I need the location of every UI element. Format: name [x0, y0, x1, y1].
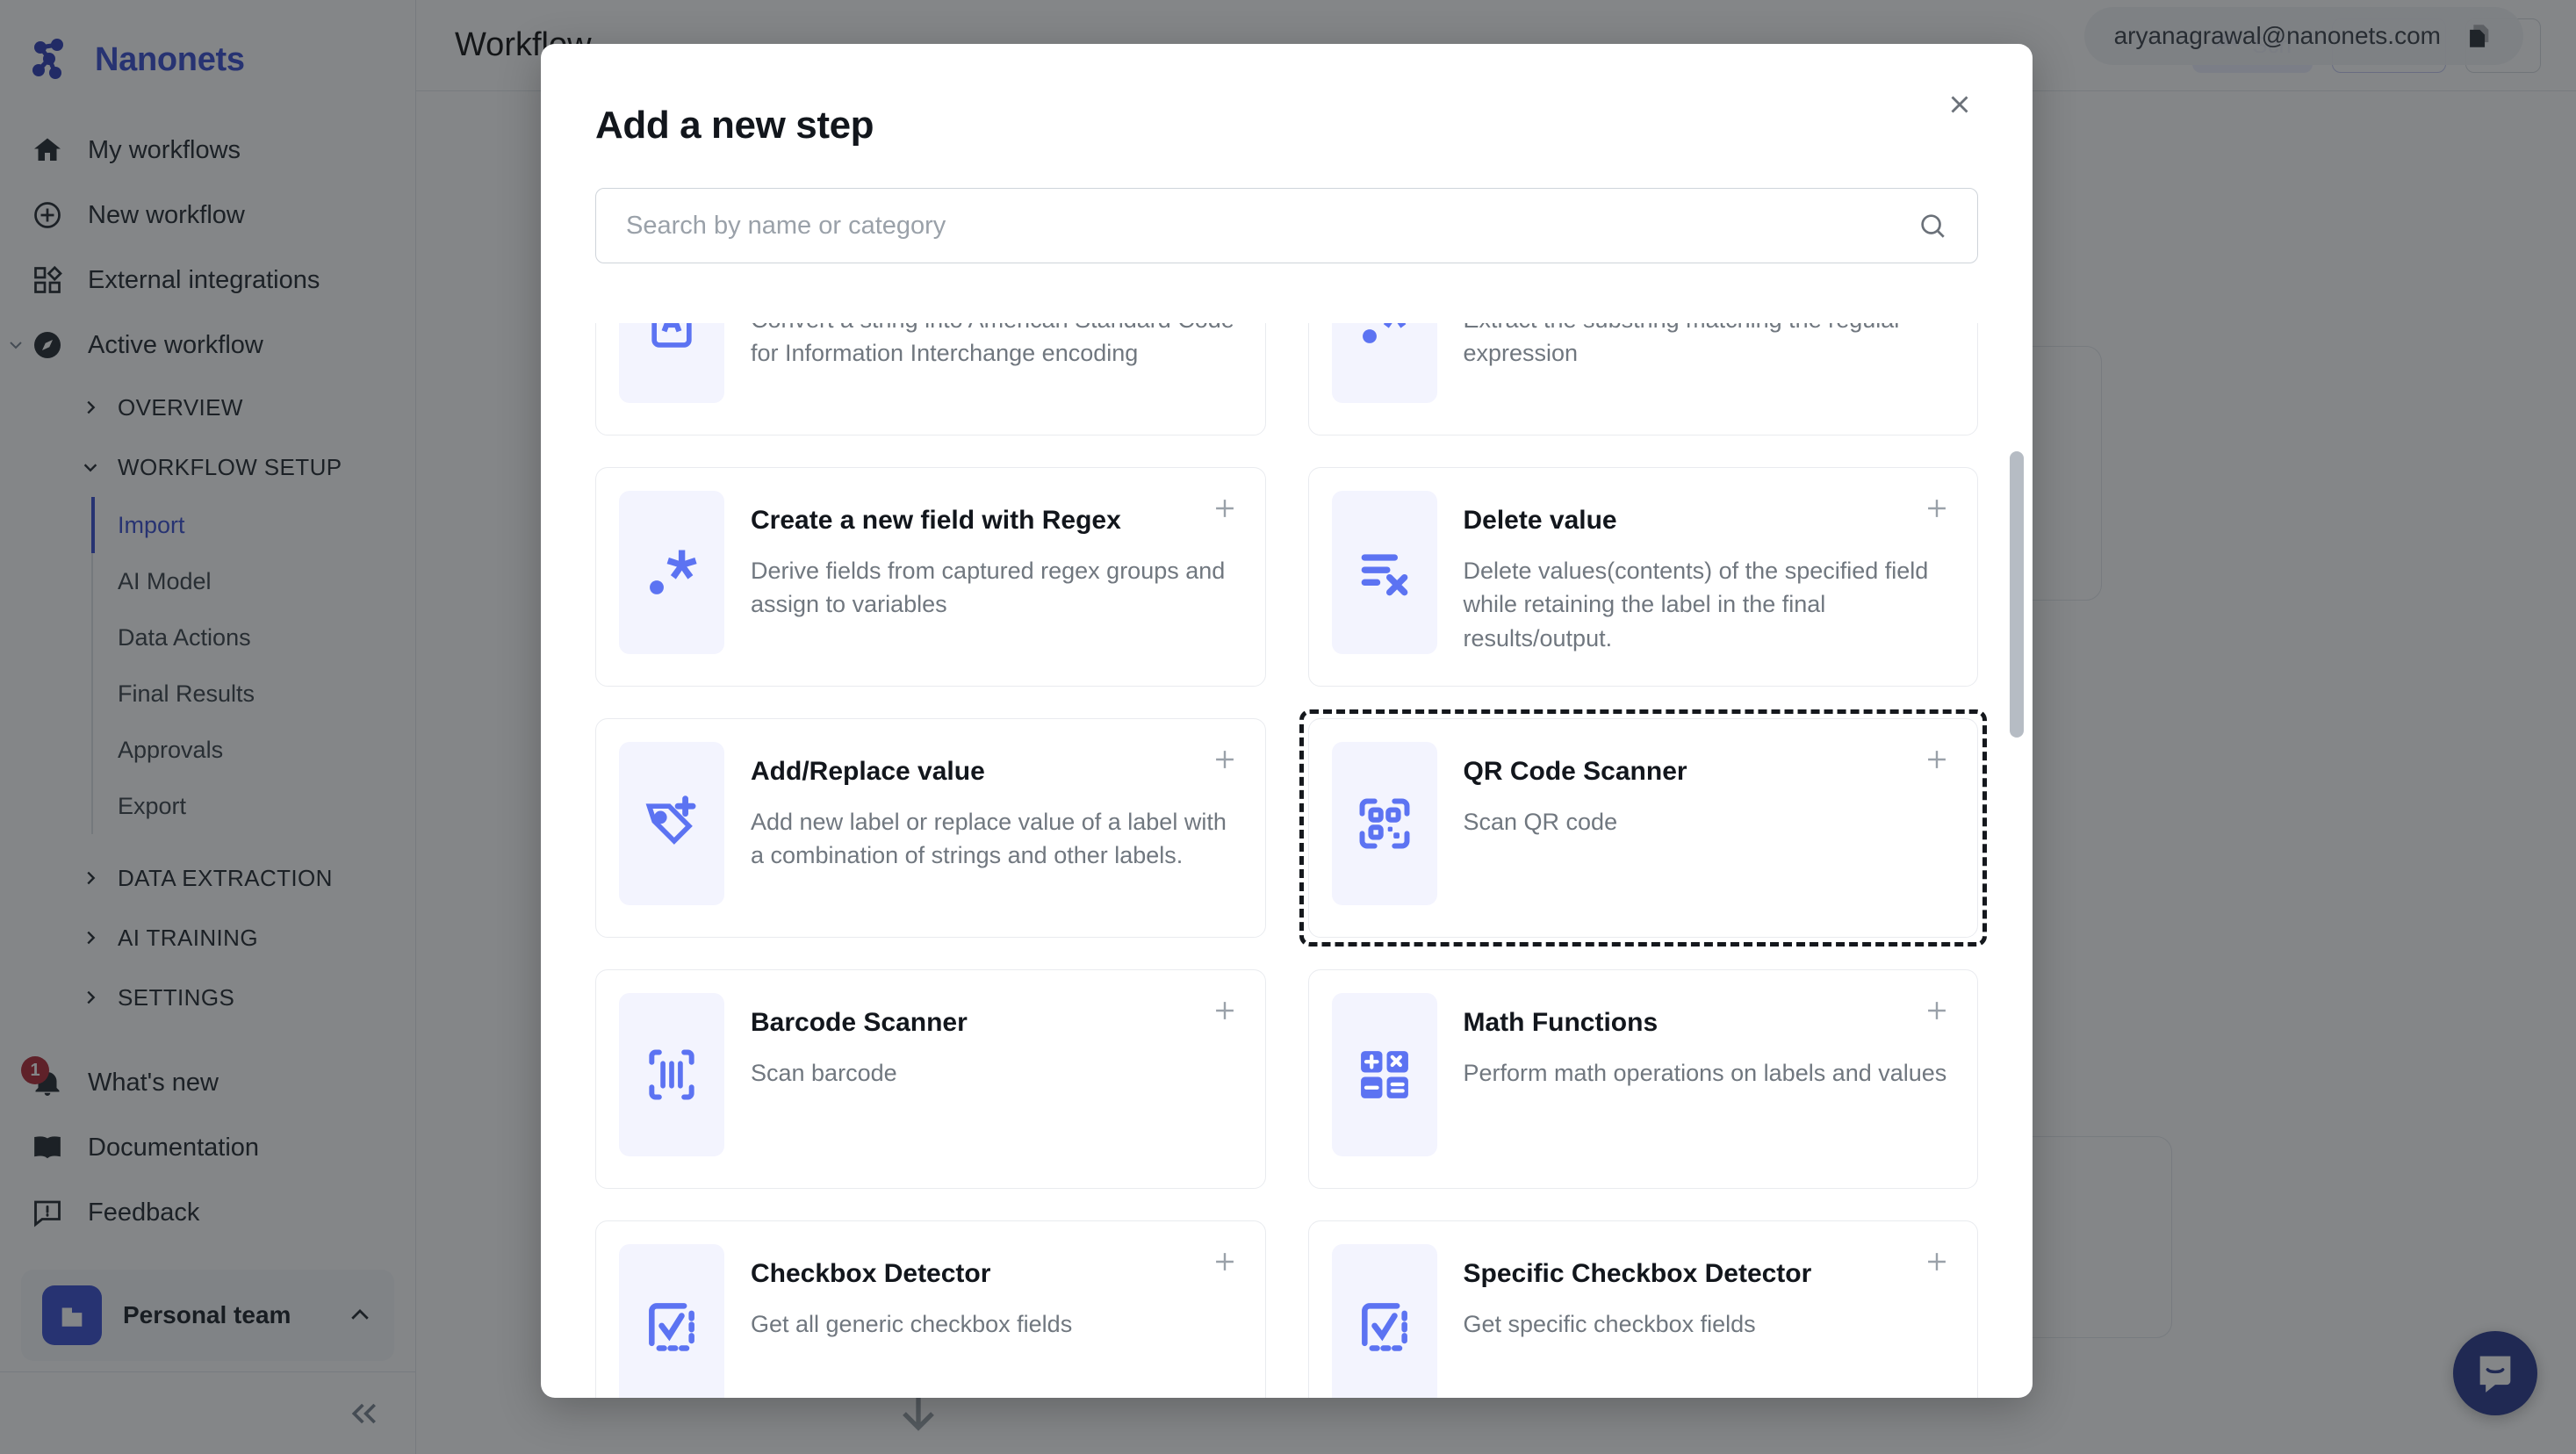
- plus-icon[interactable]: [1919, 1244, 1954, 1279]
- step-card-barcode-scanner[interactable]: Barcode Scanner Scan barcode: [595, 969, 1266, 1189]
- modal-header: Add a new step: [541, 44, 2033, 148]
- step-card-body: Checkbox Detector Get all generic checkb…: [724, 1244, 1242, 1341]
- step-card-description: Derive fields from captured regex groups…: [751, 558, 1226, 618]
- checkbox-dashed-icon: [1331, 1244, 1437, 1398]
- ascii-letter-a-icon: [619, 323, 724, 403]
- step-card-math-functions[interactable]: Math Functions Perform math operations o…: [1307, 969, 1978, 1189]
- step-card-description: Perform math operations on labels and va…: [1463, 1060, 1947, 1086]
- step-card-description: Scan QR code: [1463, 809, 1618, 835]
- step-card-delete-value[interactable]: Delete value Delete values(contents) of …: [1307, 467, 1978, 687]
- regex-asterisk-icon: [619, 491, 724, 654]
- step-card-body: Extract with Regex Extract the substring…: [1437, 323, 1955, 371]
- plus-icon[interactable]: [1207, 742, 1242, 777]
- app-root: Nanonets My workflows New workflow: [0, 0, 2576, 1454]
- step-card-specific-checkbox-detector[interactable]: Specific Checkbox Detector Get specific …: [1307, 1220, 1978, 1398]
- plus-icon[interactable]: [1919, 993, 1954, 1028]
- step-card-description: Add new label or replace value of a labe…: [751, 809, 1227, 869]
- step-card-body: Delete value Delete values(contents) of …: [1437, 491, 1955, 655]
- step-card-grid: Convert to ASCII Convert a string into A…: [541, 323, 2033, 1398]
- modal-scrollbar[interactable]: [2010, 451, 2024, 738]
- step-card-title: Barcode Scanner: [751, 1008, 968, 1037]
- plus-icon[interactable]: [1207, 491, 1242, 526]
- barcode-icon: [619, 993, 724, 1156]
- plus-icon[interactable]: [1919, 742, 1954, 777]
- step-card-body: Barcode Scanner Scan barcode: [724, 993, 1242, 1090]
- step-card-title: Add/Replace value: [751, 757, 985, 786]
- search-field[interactable]: [595, 188, 1978, 263]
- tag-plus-icon: [619, 742, 724, 905]
- step-card-description: Convert a string into American Standard …: [751, 323, 1234, 367]
- step-card-title: Checkbox Detector: [751, 1259, 991, 1288]
- step-list-scroll-area[interactable]: Convert to ASCII Convert a string into A…: [541, 323, 2033, 1398]
- step-card-description: Extract the substring matching the regul…: [1463, 323, 1903, 367]
- add-new-step-modal: Add a new step Convert to ASCII: [541, 44, 2033, 1398]
- step-card-description: Scan barcode: [751, 1060, 897, 1086]
- delete-lines-x-icon: [1331, 491, 1437, 654]
- step-card-description: Get all generic checkbox fields: [751, 1311, 1073, 1337]
- step-card-title: Specific Checkbox Detector: [1463, 1259, 1812, 1288]
- step-card-description: Get specific checkbox fields: [1463, 1311, 1756, 1337]
- step-card-convert-to-ascii[interactable]: Convert to ASCII Convert a string into A…: [595, 323, 1266, 435]
- plus-icon[interactable]: [1207, 1244, 1242, 1279]
- qr-code-icon: [1331, 742, 1437, 905]
- search-input[interactable]: [626, 211, 1918, 241]
- step-card-body: Math Functions Perform math operations o…: [1437, 993, 1955, 1090]
- calculator-icon: [1331, 993, 1437, 1156]
- search-icon[interactable]: [1918, 211, 1947, 241]
- regex-asterisk-icon: [1331, 323, 1437, 403]
- step-card-body: Convert to ASCII Convert a string into A…: [724, 323, 1242, 371]
- step-card-title: Create a new field with Regex: [751, 506, 1121, 535]
- step-card-body: Create a new field with Regex Derive fie…: [724, 491, 1242, 622]
- step-card-extract-with-regex[interactable]: Extract with Regex Extract the substring…: [1307, 323, 1978, 435]
- step-card-add-replace-value[interactable]: Add/Replace value Add new label or repla…: [595, 718, 1266, 938]
- checkbox-dashed-icon: [619, 1244, 724, 1398]
- step-card-create-field-with-regex[interactable]: Create a new field with Regex Derive fie…: [595, 467, 1266, 687]
- step-card-qr-code-scanner[interactable]: QR Code Scanner Scan QR code: [1299, 709, 1987, 947]
- step-card-body: QR Code Scanner Scan QR code: [1437, 742, 1955, 839]
- modal-title: Add a new step: [595, 104, 874, 147]
- close-icon[interactable]: [1934, 79, 1985, 130]
- step-card-description: Delete values(contents) of the specified…: [1463, 558, 1929, 651]
- step-card-title: Math Functions: [1463, 1008, 1659, 1037]
- step-card-title: QR Code Scanner: [1463, 757, 1687, 786]
- plus-icon[interactable]: [1919, 491, 1954, 526]
- step-card-title: Delete value: [1463, 506, 1617, 535]
- step-card-checkbox-detector[interactable]: Checkbox Detector Get all generic checkb…: [595, 1220, 1266, 1398]
- step-card-body: Add/Replace value Add new label or repla…: [724, 742, 1242, 873]
- step-card-body: Specific Checkbox Detector Get specific …: [1437, 1244, 1955, 1341]
- plus-icon[interactable]: [1207, 993, 1242, 1028]
